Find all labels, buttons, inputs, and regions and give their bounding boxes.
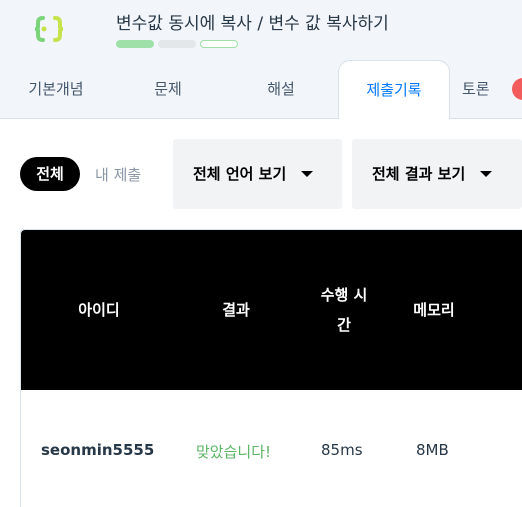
- progress-step-2: [158, 40, 196, 48]
- column-header-id: 아이디: [78, 301, 120, 319]
- tab-problem[interactable]: 문제: [112, 60, 224, 119]
- progress-step-1: [116, 40, 154, 48]
- result-filter-dropdown[interactable]: 전체 결과 보기: [352, 139, 522, 209]
- code-brackets-logo-icon: [34, 16, 64, 42]
- problem-header: 변수값 동시에 복사 / 변수 값 복사하기 기본개념 문제 해설 제출기록 토…: [0, 0, 522, 119]
- submissions-table: 아이디 결과 수행 시간 메모리: [20, 229, 522, 507]
- tab-submission-history[interactable]: 제출기록: [338, 60, 450, 119]
- column-header-time-line: 간: [337, 316, 351, 334]
- language-filter-label: 전체 언어 보기: [193, 165, 287, 183]
- tab-basic-concepts[interactable]: 기본개념: [0, 60, 112, 119]
- row-time: 85ms: [321, 441, 363, 459]
- language-filter-dropdown[interactable]: 전체 언어 보기: [173, 139, 342, 209]
- column-header-time-line: 수행 시: [320, 286, 368, 304]
- lesson-title: 변수값 동시에 복사 / 변수 값 복사하기: [116, 14, 389, 34]
- tab-solution[interactable]: 해설: [225, 60, 337, 119]
- table-header: 아이디 결과 수행 시간 메모리: [21, 230, 522, 390]
- result-filter-label: 전체 결과 보기: [372, 165, 466, 183]
- column-header-time: 수행 시간: [309, 280, 379, 340]
- column-header-memory: 메모리: [413, 301, 455, 319]
- row-result: 맞았습니다!: [196, 443, 272, 461]
- tab-discussion[interactable]: 토론: [462, 60, 517, 119]
- filter-all-button[interactable]: 전체: [20, 157, 80, 191]
- row-memory: 8MB: [416, 441, 449, 459]
- chevron-down-icon: [301, 171, 313, 177]
- row-user-id[interactable]: seonmin5555: [41, 441, 154, 459]
- column-header-result: 결과: [222, 301, 250, 319]
- chevron-down-icon: [480, 171, 492, 177]
- progress-step-3: [200, 40, 238, 48]
- filter-my-submissions-button[interactable]: 내 제출: [95, 164, 141, 185]
